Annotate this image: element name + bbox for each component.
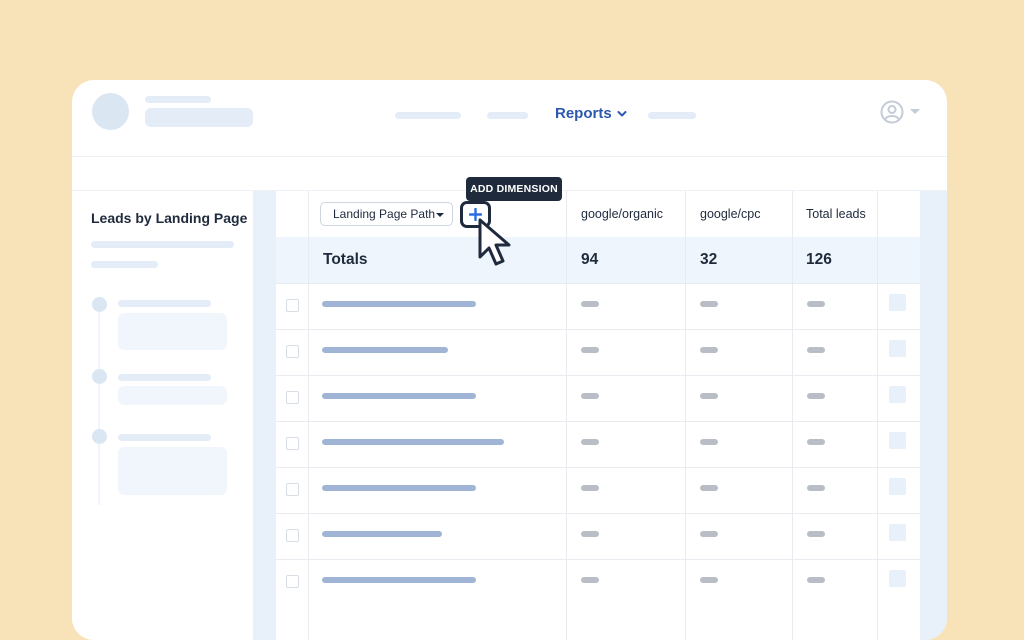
value-placeholder <box>581 577 599 583</box>
landing-page-placeholder[interactable] <box>322 531 442 537</box>
value-placeholder <box>807 393 825 399</box>
landing-page-placeholder[interactable] <box>322 301 476 307</box>
row-action-placeholder[interactable] <box>889 432 906 449</box>
report-sidebar: Leads by Landing Page <box>72 191 253 640</box>
row-divider <box>276 559 920 560</box>
total-leads: 126 <box>806 251 832 268</box>
row-checkbox[interactable] <box>286 575 299 588</box>
totals-label: Totals <box>323 251 368 268</box>
row-action-placeholder[interactable] <box>889 570 906 587</box>
dimension-select[interactable]: Landing Page Path <box>320 202 453 226</box>
total-google-organic: 94 <box>581 251 599 268</box>
column-header-total-leads[interactable]: Total leads <box>806 191 866 237</box>
chevron-down-icon <box>617 110 627 116</box>
value-placeholder <box>807 577 825 583</box>
value-placeholder <box>700 577 718 583</box>
column-divider <box>566 191 567 640</box>
landing-page-placeholder[interactable] <box>322 439 504 445</box>
text-placeholder <box>91 261 158 268</box>
landing-page-placeholder[interactable] <box>322 577 476 583</box>
column-header-google-organic[interactable]: google/organic <box>581 191 663 237</box>
sidebar-title: Leads by Landing Page <box>91 210 248 226</box>
row-checkbox[interactable] <box>286 345 299 358</box>
total-google-cpc: 32 <box>700 251 718 268</box>
row-action-placeholder[interactable] <box>889 386 906 403</box>
row-action-placeholder[interactable] <box>889 524 906 541</box>
nav-reports[interactable]: Reports <box>555 105 627 122</box>
row-action-placeholder[interactable] <box>889 340 906 357</box>
caret-down-icon <box>436 213 444 217</box>
value-placeholder <box>807 301 825 307</box>
panel-separator <box>253 191 276 640</box>
value-placeholder <box>700 531 718 537</box>
dimension-select-value: Landing Page Path <box>333 207 436 221</box>
row-divider <box>276 375 920 376</box>
value-placeholder <box>581 485 599 491</box>
value-placeholder <box>700 301 718 307</box>
add-dimension-tooltip: ADD DIMENSION <box>466 177 562 201</box>
column-divider <box>685 191 686 640</box>
user-menu-caret-icon[interactable] <box>910 109 920 114</box>
text-placeholder <box>118 300 211 307</box>
row-checkbox[interactable] <box>286 437 299 450</box>
row-action-placeholder[interactable] <box>889 478 906 495</box>
text-placeholder <box>118 434 211 441</box>
timeline-dot <box>92 429 107 444</box>
nav-item-placeholder[interactable] <box>648 112 696 119</box>
nav-item-placeholder[interactable] <box>395 112 461 119</box>
subtitle-placeholder <box>145 108 253 127</box>
text-placeholder <box>118 374 211 381</box>
value-placeholder <box>700 393 718 399</box>
timeline-dot <box>92 369 107 384</box>
row-checkbox[interactable] <box>286 529 299 542</box>
panel-separator <box>920 191 947 640</box>
card-placeholder <box>118 386 227 405</box>
landing-page-placeholder[interactable] <box>322 393 476 399</box>
pointer-cursor-icon <box>478 218 511 266</box>
row-checkbox[interactable] <box>286 483 299 496</box>
value-placeholder <box>700 439 718 445</box>
value-placeholder <box>807 485 825 491</box>
logo-placeholder <box>92 93 129 130</box>
title-placeholder <box>145 96 211 103</box>
row-checkbox[interactable] <box>286 391 299 404</box>
value-placeholder <box>581 439 599 445</box>
timeline-line <box>98 305 100 505</box>
row-divider <box>276 421 920 422</box>
row-divider <box>276 329 920 330</box>
value-placeholder <box>581 301 599 307</box>
timeline-dot <box>92 297 107 312</box>
value-placeholder <box>807 347 825 353</box>
app-window: Reports Leads by Landing Page Landing Pa… <box>72 80 947 640</box>
column-divider <box>877 191 878 640</box>
value-placeholder <box>581 393 599 399</box>
column-divider <box>308 191 309 640</box>
row-action-placeholder[interactable] <box>889 294 906 311</box>
nav-item-placeholder[interactable] <box>487 112 528 119</box>
text-placeholder <box>91 241 234 248</box>
row-checkbox[interactable] <box>286 299 299 312</box>
landing-page-placeholder[interactable] <box>322 485 476 491</box>
value-placeholder <box>700 347 718 353</box>
row-divider <box>276 283 920 284</box>
row-divider <box>276 467 920 468</box>
card-placeholder <box>118 447 227 495</box>
nav-reports-label: Reports <box>555 105 612 122</box>
header-divider <box>72 156 947 157</box>
landing-page-placeholder[interactable] <box>322 347 448 353</box>
user-circle-icon[interactable] <box>880 100 904 124</box>
column-divider <box>792 191 793 640</box>
value-placeholder <box>581 347 599 353</box>
value-placeholder <box>581 531 599 537</box>
value-placeholder <box>700 485 718 491</box>
row-divider <box>276 513 920 514</box>
value-placeholder <box>807 439 825 445</box>
column-header-google-cpc[interactable]: google/cpc <box>700 191 760 237</box>
card-placeholder <box>118 313 227 350</box>
value-placeholder <box>807 531 825 537</box>
